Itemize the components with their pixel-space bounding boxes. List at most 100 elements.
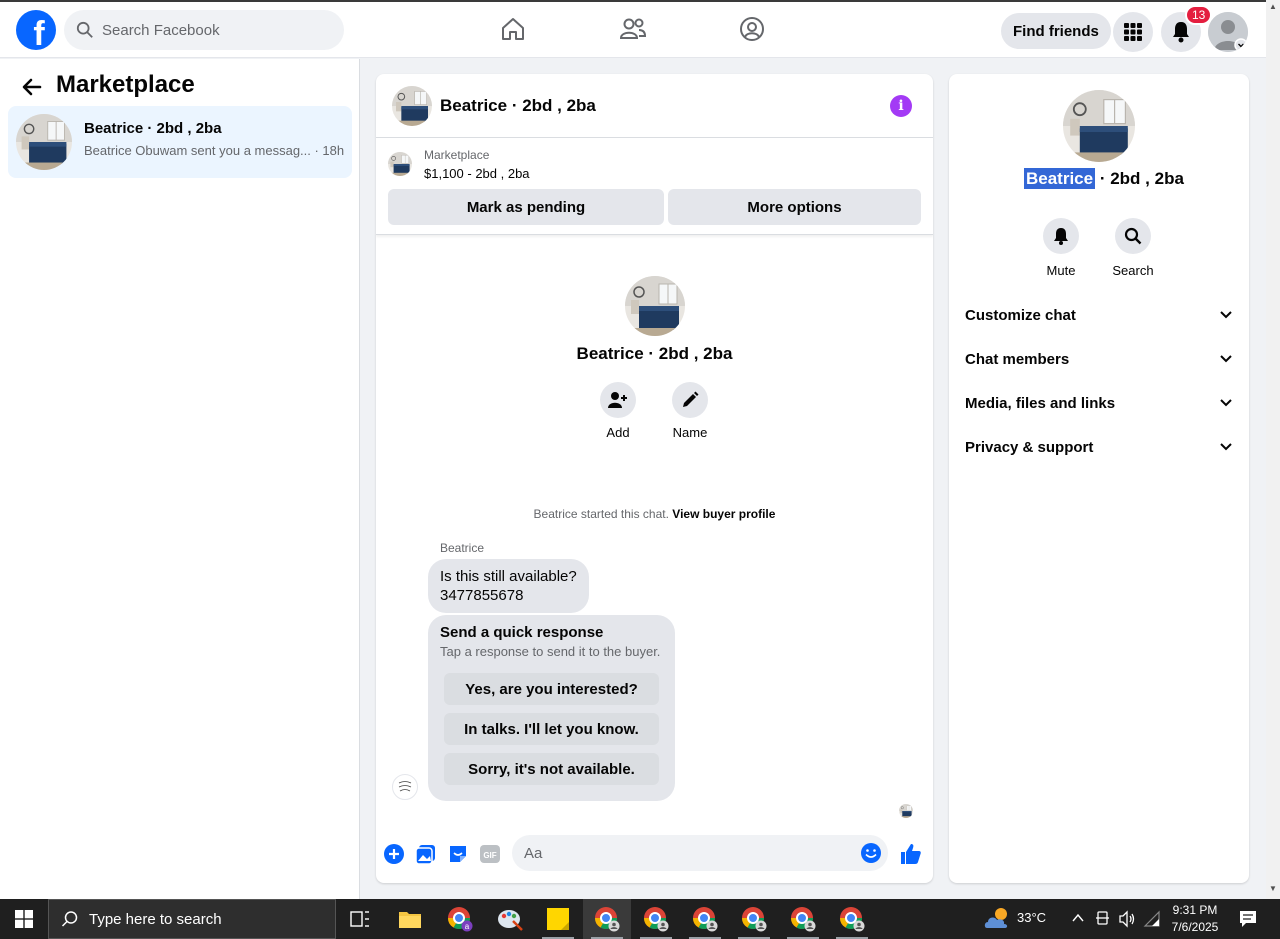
meet-now-icon[interactable]	[1095, 910, 1111, 928]
home-icon[interactable]	[498, 14, 528, 44]
add-action[interactable]: Add	[583, 382, 653, 440]
details-name-rest: · 2bd , 2ba	[1095, 169, 1184, 188]
search-input[interactable]	[102, 21, 322, 39]
find-friends-button[interactable]: Find friends	[1001, 13, 1111, 49]
action-center-icon[interactable]	[1238, 909, 1258, 929]
details-name: Beatrice · 2bd , 2ba	[1024, 168, 1184, 189]
chrome-profile-a-icon[interactable]: a	[436, 899, 484, 939]
chrome-window-3-icon[interactable]	[681, 899, 729, 939]
page-scrollbar[interactable]: ▲ ▼	[1266, 0, 1280, 899]
taskbar-search[interactable]: Type here to search	[48, 899, 336, 939]
chrome-window-4-icon[interactable]	[730, 899, 778, 939]
chat-title[interactable]: Beatrice · 2bd , 2ba	[440, 96, 596, 116]
quick-response-subtitle: Tap a response to send it to the buyer.	[440, 644, 661, 659]
sender-avatar	[392, 774, 418, 800]
incoming-message: Is this still available? 3477855678	[428, 559, 589, 613]
chat-header: Beatrice · 2bd , 2ba i	[376, 74, 933, 138]
chrome-window-2-icon[interactable]	[632, 899, 680, 939]
section-label: Privacy & support	[965, 438, 1094, 456]
windows-start-icon[interactable]	[0, 899, 48, 939]
plus-icon[interactable]	[383, 843, 405, 865]
page-title: Marketplace	[56, 71, 195, 98]
taskbar-search-icon	[61, 911, 78, 927]
view-buyer-profile-link[interactable]: View buyer profile	[672, 507, 775, 521]
search-in-chat-icon[interactable]	[1115, 218, 1151, 254]
customize-chat-section[interactable]: Customize chat	[965, 295, 1233, 335]
windows-taskbar: Type here to search a 33°C 9:31 PM 7/6/2…	[0, 899, 1280, 939]
message-input-wrapper[interactable]	[512, 835, 888, 871]
info-icon[interactable]: i	[890, 95, 912, 117]
quick-response-sorry[interactable]: Sorry, it's not available.	[444, 753, 659, 785]
name-label: Name	[672, 425, 708, 440]
conversation-preview: Beatrice Obuwam sent you a messag... · 1…	[84, 143, 345, 158]
listing-price: $1,100 - 2bd , 2ba	[424, 166, 530, 181]
groups-icon[interactable]	[737, 14, 767, 44]
seen-indicator	[899, 804, 913, 818]
search-bar[interactable]	[64, 10, 344, 50]
chat-profile-avatar	[625, 276, 685, 336]
chevron-up-icon[interactable]	[1071, 912, 1085, 924]
add-label: Add	[606, 425, 630, 440]
search-action[interactable]: Search	[1098, 218, 1168, 278]
profile-avatar[interactable]	[1208, 12, 1248, 52]
file-explorer-icon[interactable]	[386, 899, 434, 939]
mark-as-pending-button[interactable]: Mark as pending	[388, 189, 664, 225]
wifi-icon[interactable]	[1143, 910, 1161, 928]
quick-response-yes[interactable]: Yes, are you interested?	[444, 673, 659, 705]
started-text: Beatrice started this chat.	[533, 507, 669, 521]
svg-text:a: a	[465, 922, 470, 931]
weather-cloud-icon[interactable]	[983, 906, 1013, 932]
emoji-icon[interactable]	[860, 842, 882, 864]
message-line-1: Is this still available?	[440, 568, 577, 585]
facebook-logo-icon[interactable]: f	[16, 10, 56, 50]
chat-members-section[interactable]: Chat members	[965, 339, 1233, 379]
add-person-icon[interactable]	[600, 382, 636, 418]
top-navbar: f Find friends 13	[0, 0, 1266, 58]
quick-response-title: Send a quick response	[440, 624, 604, 641]
chrome-window-5-icon[interactable]	[779, 899, 827, 939]
sender-name: Beatrice	[440, 541, 485, 555]
back-arrow-icon[interactable]	[20, 75, 44, 99]
sticky-notes-icon[interactable]	[534, 899, 582, 939]
selected-name-text: Beatrice	[1024, 168, 1096, 189]
message-input[interactable]	[512, 835, 842, 871]
media-files-links-section[interactable]: Media, files and links	[965, 383, 1233, 423]
volume-icon[interactable]	[1118, 910, 1136, 928]
chrome-window-6-icon[interactable]	[828, 899, 876, 939]
chevron-down-icon	[1220, 311, 1232, 319]
chat-panel: Beatrice · 2bd , 2ba i Marketplace $1,10…	[376, 74, 933, 883]
menu-grid-icon[interactable]	[1113, 12, 1153, 52]
conversation-item[interactable]: Beatrice · 2bd , 2ba Beatrice Obuwam sen…	[8, 106, 352, 178]
chrome-window-1-icon[interactable]	[583, 899, 631, 939]
task-view-icon[interactable]	[336, 899, 384, 939]
paint-app-icon[interactable]	[486, 899, 534, 939]
privacy-support-section[interactable]: Privacy & support	[965, 427, 1233, 467]
friends-icon[interactable]	[618, 14, 648, 44]
chat-avatar[interactable]	[392, 86, 432, 126]
taskbar-clock[interactable]: 9:31 PM 7/6/2025	[1164, 902, 1226, 936]
message-line-2[interactable]: 3477855678	[440, 586, 577, 605]
listing-source: Marketplace	[424, 148, 490, 162]
clock-date: 7/6/2025	[1171, 920, 1219, 934]
clock-time: 9:31 PM	[1172, 903, 1218, 917]
sticker-icon[interactable]	[447, 843, 469, 865]
mute-action[interactable]: Mute	[1026, 218, 1096, 278]
gif-icon[interactable]: GIF	[479, 843, 501, 865]
name-action[interactable]: Name	[655, 382, 725, 440]
marketplace-inbox-panel: Marketplace Beatrice · 2bd , 2ba Beatric…	[0, 59, 360, 899]
temperature[interactable]: 33°C	[1017, 910, 1046, 925]
quick-response-in-talks[interactable]: In talks. I'll let you know.	[444, 713, 659, 745]
photo-icon[interactable]	[415, 843, 437, 865]
mute-label: Mute	[1046, 263, 1076, 278]
search-icon	[76, 21, 93, 38]
bell-icon[interactable]	[1043, 218, 1079, 254]
taskbar-search-text: Type here to search	[89, 910, 222, 928]
chevron-down-icon	[1220, 355, 1232, 363]
listing-thumbnail[interactable]	[388, 152, 412, 176]
more-options-button[interactable]: More options	[668, 189, 921, 225]
pencil-icon[interactable]	[672, 382, 708, 418]
chevron-down-icon	[1220, 399, 1232, 407]
thumbs-up-icon[interactable]	[899, 842, 923, 866]
details-avatar[interactable]	[1063, 90, 1135, 162]
message-composer: GIF	[376, 831, 933, 883]
